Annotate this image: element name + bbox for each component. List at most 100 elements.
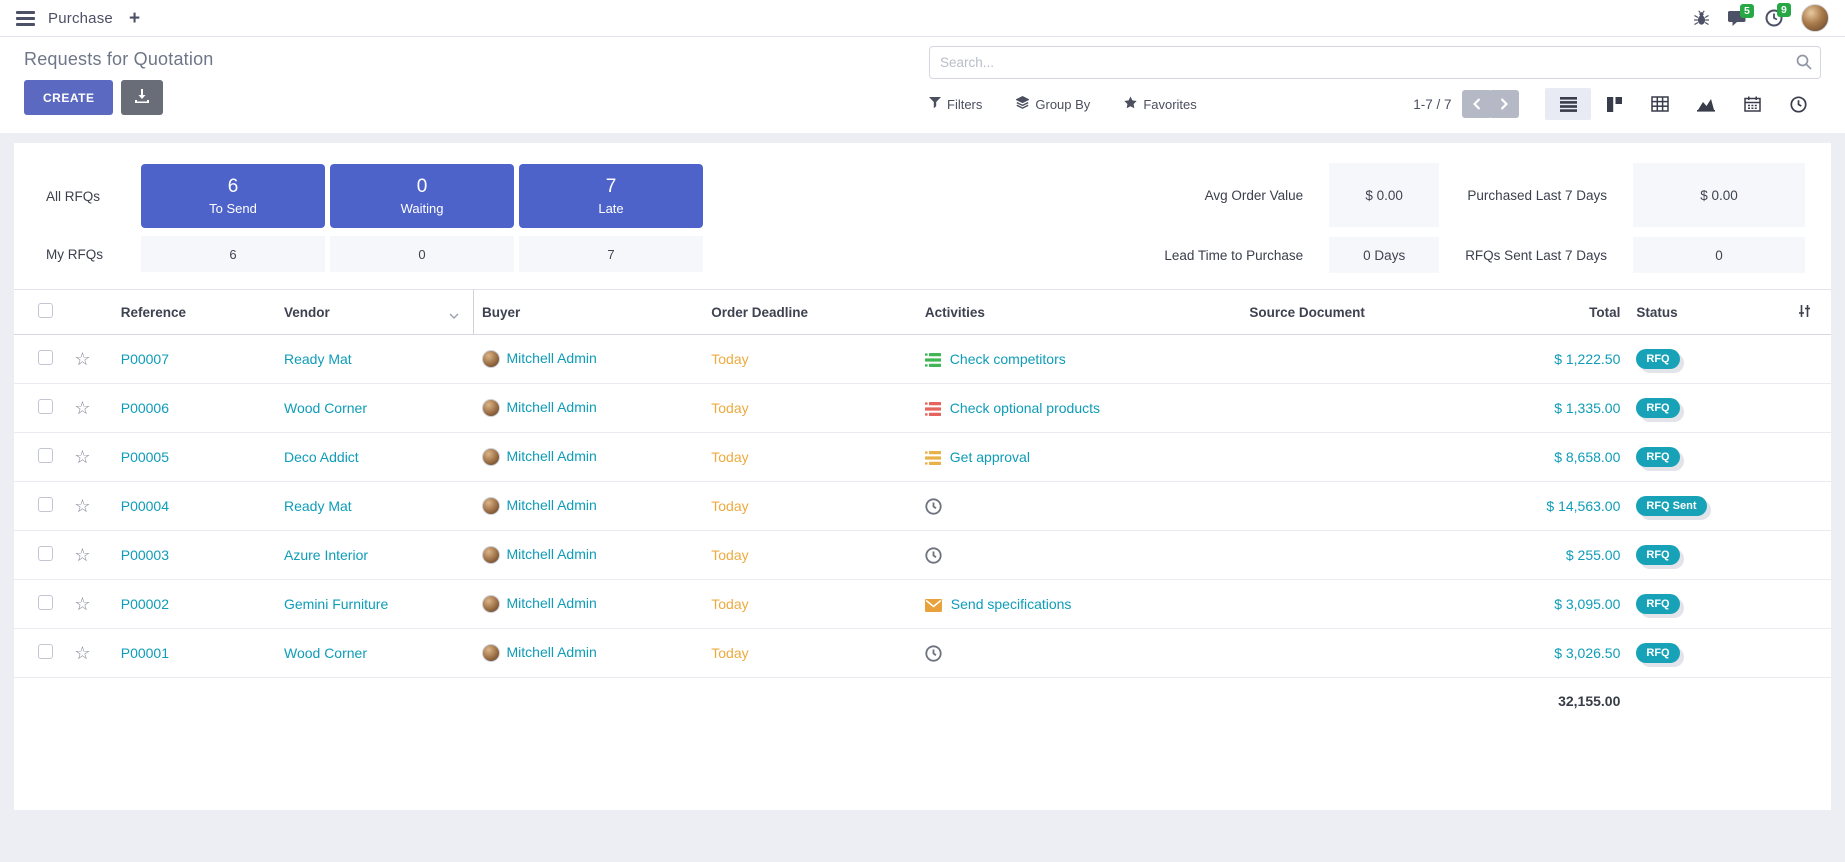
activity-tasks-icon[interactable] [925,402,941,416]
column-header-source-document[interactable]: Source Document [1241,290,1455,335]
row-checkbox[interactable] [38,399,53,414]
activity-clock-icon[interactable] [925,547,942,564]
row-checkbox[interactable] [38,497,53,512]
favorite-star-icon[interactable]: ☆ [74,545,90,565]
vendor-link[interactable]: Azure Interior [284,547,368,563]
activity-label[interactable]: Check competitors [950,351,1066,367]
layers-icon [1016,96,1029,112]
chevron-down-icon [449,307,459,322]
buyer-link[interactable]: Mitchell Admin [507,644,597,660]
activity-view-button[interactable] [1775,88,1821,120]
search-input[interactable] [929,46,1821,79]
table-row[interactable]: ☆ P00005 Deco Addict Mitchell Admin Toda… [14,433,1831,482]
menu-toggle-icon[interactable] [16,11,35,26]
reference-link[interactable]: P00002 [121,596,169,612]
filters-button[interactable]: Filters [929,97,982,112]
all-rfqs-label[interactable]: All RFQs [40,189,136,204]
kpi-card-late[interactable]: 7Late [519,164,703,228]
buyer-link[interactable]: Mitchell Admin [507,546,597,562]
activity-label[interactable]: Get approval [950,449,1030,465]
reference-link[interactable]: P00006 [121,400,169,416]
vendor-link[interactable]: Wood Corner [284,645,367,661]
reference-link[interactable]: P00001 [121,645,169,661]
buyer-link[interactable]: Mitchell Admin [507,399,597,415]
pager-next-button[interactable] [1489,90,1519,118]
favorite-star-icon[interactable]: ☆ [74,594,90,614]
column-header-total[interactable]: Total [1455,290,1628,335]
buyer-link[interactable]: Mitchell Admin [507,448,597,464]
table-row[interactable]: ☆ P00001 Wood Corner Mitchell Admin Toda… [14,629,1831,678]
column-header-reference[interactable]: Reference [113,290,276,335]
buyer-link[interactable]: Mitchell Admin [507,497,597,513]
table-row[interactable]: ☆ P00002 Gemini Furniture Mitchell Admin… [14,580,1831,629]
reference-link[interactable]: P00005 [121,449,169,465]
table-row[interactable]: ☆ P00003 Azure Interior Mitchell Admin T… [14,531,1831,580]
table-row[interactable]: ☆ P00006 Wood Corner Mitchell Admin Toda… [14,384,1831,433]
vendor-link[interactable]: Gemini Furniture [284,596,388,612]
column-header-order-deadline[interactable]: Order Deadline [703,290,917,335]
buyer-link[interactable]: Mitchell Admin [507,595,597,611]
vendor-link[interactable]: Ready Mat [284,498,352,514]
app-name[interactable]: Purchase [48,10,113,27]
reference-link[interactable]: P00007 [121,351,169,367]
buyer-link[interactable]: Mitchell Admin [507,350,597,366]
my-rfqs-label[interactable]: My RFQs [40,247,136,262]
vendor-link[interactable]: Wood Corner [284,400,367,416]
select-all-checkbox[interactable] [38,303,53,318]
reference-link[interactable]: P00003 [121,547,169,563]
export-button[interactable] [121,80,163,115]
pager-previous-button[interactable] [1462,90,1492,118]
vendor-link[interactable]: Deco Addict [284,449,359,465]
calendar-view-button[interactable] [1729,88,1775,120]
kpi-card-waiting[interactable]: 0Waiting [330,164,514,228]
activities-clock-icon[interactable]: 9 [1765,9,1783,27]
table-row[interactable]: ☆ P00007 Ready Mat Mitchell Admin Today … [14,335,1831,384]
table-total-sum: 32,155.00 [1455,678,1628,725]
graph-view-button[interactable] [1683,88,1729,120]
favorite-star-icon[interactable]: ☆ [74,447,90,467]
optional-columns-icon[interactable] [1797,306,1811,321]
favorites-button[interactable]: Favorites [1124,96,1196,112]
row-total: $ 1,222.50 [1554,351,1620,367]
reference-link[interactable]: P00004 [121,498,169,514]
kpi-card-to-send[interactable]: 6To Send [141,164,325,228]
search-icon[interactable] [1796,54,1812,75]
activity-tasks-icon[interactable] [925,353,941,367]
create-button[interactable]: CREATE [24,80,113,115]
activity-label[interactable]: Check optional products [950,400,1100,416]
my-rfqs-to-send[interactable]: 6 [141,236,325,272]
my-rfqs-waiting[interactable]: 0 [330,236,514,272]
favorite-star-icon[interactable]: ☆ [74,643,90,663]
row-checkbox[interactable] [38,350,53,365]
list-view-button[interactable] [1545,88,1591,120]
favorite-star-icon[interactable]: ☆ [74,496,90,516]
debug-bug-icon[interactable] [1693,10,1710,27]
column-header-activities[interactable]: Activities [917,290,1242,335]
source-document-cell [1241,384,1455,433]
group-by-button[interactable]: Group By [1016,96,1090,112]
activity-clock-icon[interactable] [925,645,942,662]
row-checkbox[interactable] [38,644,53,659]
messages-icon[interactable]: 5 [1728,10,1747,27]
column-header-vendor[interactable]: Vendor [276,290,474,335]
my-rfqs-late[interactable]: 7 [519,236,703,272]
table-row[interactable]: ☆ P00004 Ready Mat Mitchell Admin Today … [14,482,1831,531]
user-avatar[interactable] [1801,4,1829,32]
activity-email-icon[interactable] [925,599,942,612]
view-switcher [1545,88,1821,120]
column-header-status[interactable]: Status [1628,290,1757,335]
favorite-star-icon[interactable]: ☆ [74,398,90,418]
favorite-star-icon[interactable]: ☆ [74,349,90,369]
column-header-buyer[interactable]: Buyer [474,290,704,335]
new-tab-plus-icon[interactable]: + [129,9,140,28]
activity-clock-icon[interactable] [925,498,942,515]
row-checkbox[interactable] [38,448,53,463]
row-checkbox[interactable] [38,595,53,610]
buyer-avatar [482,644,500,662]
pivot-view-button[interactable] [1637,88,1683,120]
activity-label[interactable]: Send specifications [951,596,1072,612]
vendor-link[interactable]: Ready Mat [284,351,352,367]
activity-tasks-icon[interactable] [925,451,941,465]
kanban-view-button[interactable] [1591,88,1637,120]
row-checkbox[interactable] [38,546,53,561]
